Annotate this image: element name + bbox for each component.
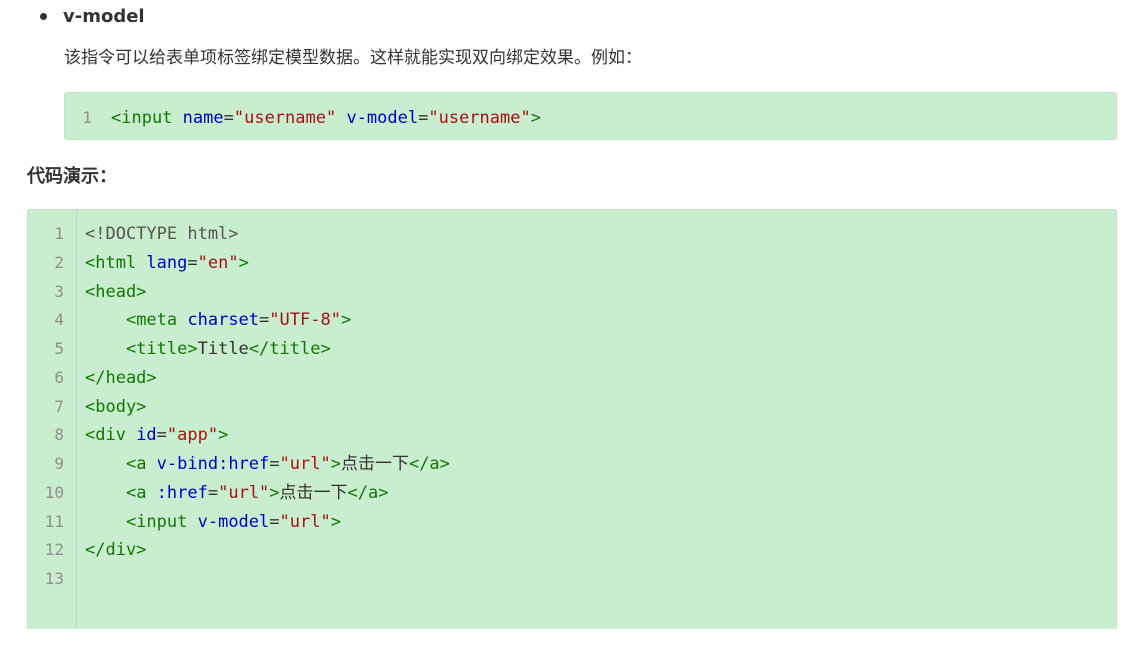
code-token: </title> <box>248 339 331 359</box>
code-line: </div> <box>85 536 450 565</box>
code-token: v-bind:href <box>146 454 270 474</box>
code-token: <div <box>85 425 126 446</box>
code-token: > <box>340 310 352 331</box>
code-line: <!DOCTYPE html> <box>85 220 450 249</box>
code-token: = <box>259 310 270 331</box>
code-token: id <box>125 425 157 446</box>
code-token: <input <box>125 511 188 532</box>
code-token: <meta <box>125 310 178 331</box>
code-token: = <box>418 108 429 128</box>
code-token: "UTF-8" <box>269 310 341 331</box>
section-label: 代码演示： <box>27 166 117 187</box>
line-number: 13 <box>44 569 64 588</box>
code-token: <input <box>111 108 173 128</box>
code-token: "url" <box>279 511 331 532</box>
line-number: 2 <box>54 252 64 272</box>
code-token: > <box>218 425 229 446</box>
code-line: <a :href="url">点击一下</a> <box>85 479 450 508</box>
line-number: 10 <box>44 482 64 502</box>
code-line: <body> <box>85 393 450 422</box>
code-token: <head> <box>85 281 147 302</box>
line-number: 1 <box>82 108 92 127</box>
line-number: 1 <box>54 224 64 243</box>
line-number: 7 <box>54 396 64 416</box>
code-line: </head> <box>85 364 450 393</box>
code-token: > <box>238 252 249 273</box>
code-token: name <box>172 108 224 128</box>
list-item-title: v-model <box>63 5 145 27</box>
description-paragraph: 该指令可以给表单项标签绑定模型数据。这样就能实现双向绑定效果。例如： <box>64 48 642 68</box>
code-token: 点击一下 <box>340 454 409 474</box>
code-snippet: 1 <input name="username" v-model="userna… <box>64 92 1117 140</box>
code-token: = <box>269 454 280 474</box>
line-number: 8 <box>54 425 64 445</box>
code-token: "app" <box>166 425 219 446</box>
line-number: 4 <box>54 310 64 330</box>
line-number: 12 <box>44 540 64 560</box>
code-token: = <box>187 252 198 273</box>
code-line: <div id="app"> <box>85 421 450 450</box>
line-number: 6 <box>54 367 64 387</box>
code-token: :href <box>146 482 208 503</box>
code-token: <title> <box>125 339 198 359</box>
code-line: <a v-bind:href="url">点击一下</a> <box>85 450 450 479</box>
code-demo-block: 1 2 3 4 5 6 7 8 9 10 11 12 13 <!DOCTYPE html> <html l… <box>27 209 1117 629</box>
code-token: </head> <box>85 367 157 388</box>
code-line: <title>Title</title> <box>85 335 450 364</box>
code-token: Title <box>197 339 249 359</box>
line-number: 9 <box>54 454 64 473</box>
code-token: <body> <box>85 396 147 417</box>
code-token: "username" <box>233 108 337 128</box>
code-token: v-model <box>336 108 419 128</box>
code-token: <!DOCTYPE html> <box>85 224 239 244</box>
code-token: > <box>330 511 341 532</box>
code-token: > <box>269 482 280 503</box>
code-token: "url" <box>218 482 270 503</box>
code-line: <head> <box>85 278 450 307</box>
code-token: "username" <box>428 108 531 128</box>
code-token: > <box>330 454 341 474</box>
line-number: 5 <box>54 339 64 358</box>
code-line: <input v-model="url"> <box>85 508 450 537</box>
code-token: = <box>269 511 280 532</box>
line-number-gutter: 1 2 3 4 5 6 7 8 9 10 11 12 13 <box>28 210 77 629</box>
code-token: </a> <box>347 482 389 503</box>
code-token: <html <box>85 252 137 273</box>
code-token: > <box>530 108 541 128</box>
code-line: <input name="username" v-model="username… <box>111 104 541 133</box>
line-number-gutter: 1 <box>65 93 105 139</box>
code-token: <a <box>125 454 147 474</box>
code-token: </div> <box>85 540 147 561</box>
code-line: <html lang="en"> <box>85 249 450 278</box>
code-token: = <box>156 425 167 446</box>
line-number: 11 <box>44 511 64 531</box>
code-token: "en" <box>197 252 239 273</box>
line-number: 3 <box>54 281 64 301</box>
code-line: <meta charset="UTF-8"> <box>85 306 450 335</box>
code-token: = <box>223 108 234 128</box>
code-token: = <box>207 482 219 503</box>
code-token: <a <box>125 482 147 503</box>
list-item-v-model: v-model <box>40 4 145 28</box>
code-token: lang <box>136 252 188 273</box>
code-token: v-model <box>187 511 270 532</box>
line-number-list: 1 2 3 4 5 6 7 8 9 10 11 12 13 <box>28 220 64 594</box>
code-token: "url" <box>279 454 331 474</box>
code-token: charset <box>177 310 260 331</box>
code-lines: <!DOCTYPE html> <html lang="en"> <head> <m… <box>85 220 450 594</box>
bullet-icon <box>40 12 47 20</box>
code-token: </a> <box>408 454 450 474</box>
code-token: 点击一下 <box>279 482 348 503</box>
